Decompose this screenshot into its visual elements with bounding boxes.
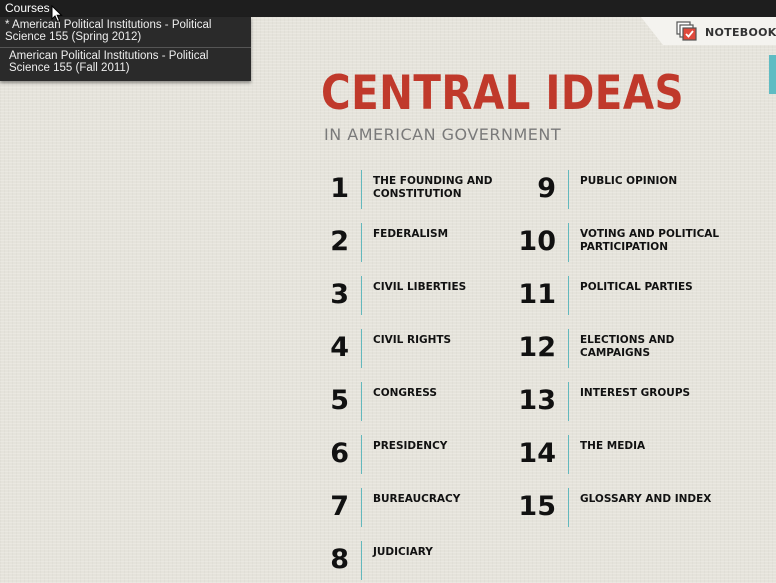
chapter-title[interactable]: POLITICAL PARTIES — [580, 281, 730, 294]
courses-menu[interactable]: Courses — [5, 1, 50, 15]
chapter-item[interactable]: 12 ELECTIONS AND CAMPAIGNS — [0, 329, 776, 369]
menu-bar: Courses — [0, 0, 776, 17]
chapter-divider — [568, 435, 569, 474]
chapter-divider — [361, 541, 362, 580]
courses-dropdown: * American Political Institutions - Poli… — [0, 17, 251, 81]
notebook-button[interactable]: NOTEBOOK — [641, 17, 776, 45]
chapter-title[interactable]: PUBLIC OPINION — [580, 175, 730, 188]
chapter-title[interactable]: JUDICIARY — [373, 546, 523, 559]
notebook-icon — [676, 21, 697, 41]
chapter-title[interactable]: INTEREST GROUPS — [580, 387, 730, 400]
chapter-item[interactable]: 14 THE MEDIA — [0, 435, 776, 475]
chapter-item[interactable]: 8 JUDICIARY — [0, 541, 776, 581]
side-tab[interactable] — [769, 55, 776, 94]
chapter-item[interactable]: 11 POLITICAL PARTIES — [0, 276, 776, 316]
chapter-title[interactable]: ELECTIONS AND CAMPAIGNS — [580, 334, 730, 360]
page-title: CENTRAL IDEAS — [321, 66, 685, 121]
page-subtitle: IN AMERICAN GOVERNMENT — [324, 125, 562, 144]
chapter-divider — [568, 170, 569, 209]
chapter-title[interactable]: THE MEDIA — [580, 440, 730, 453]
chapter-divider — [568, 223, 569, 262]
chapter-item[interactable]: 9 PUBLIC OPINION — [0, 170, 776, 210]
mouse-cursor-icon — [51, 5, 63, 23]
chapter-title[interactable]: VOTING AND POLITICAL PARTICIPATION — [580, 228, 730, 254]
chapter-title[interactable]: GLOSSARY AND INDEX — [580, 493, 730, 506]
chapter-divider — [568, 488, 569, 527]
chapter-number: 11 — [518, 279, 556, 310]
chapter-item[interactable]: 13 INTEREST GROUPS — [0, 382, 776, 422]
notebook-label: NOTEBOOK — [705, 26, 776, 39]
chapter-divider — [568, 329, 569, 368]
dropdown-divider — [0, 47, 251, 48]
course-option-spring-2012[interactable]: * American Political Institutions - Poli… — [0, 19, 249, 43]
chapter-item[interactable]: 10 VOTING AND POLITICAL PARTICIPATION — [0, 223, 776, 263]
chapter-number: 8 — [330, 544, 349, 575]
chapter-item[interactable]: 15 GLOSSARY AND INDEX — [0, 488, 776, 528]
chapter-divider — [568, 276, 569, 315]
chapter-number: 15 — [518, 491, 556, 522]
chapter-number: 13 — [518, 385, 556, 416]
chapter-number: 10 — [518, 226, 556, 257]
chapter-number: 14 — [518, 438, 556, 469]
chapter-number: 9 — [537, 173, 556, 204]
chapter-divider — [568, 382, 569, 421]
course-option-fall-2011[interactable]: American Political Institutions - Politi… — [0, 50, 249, 74]
chapter-number: 12 — [518, 332, 556, 363]
